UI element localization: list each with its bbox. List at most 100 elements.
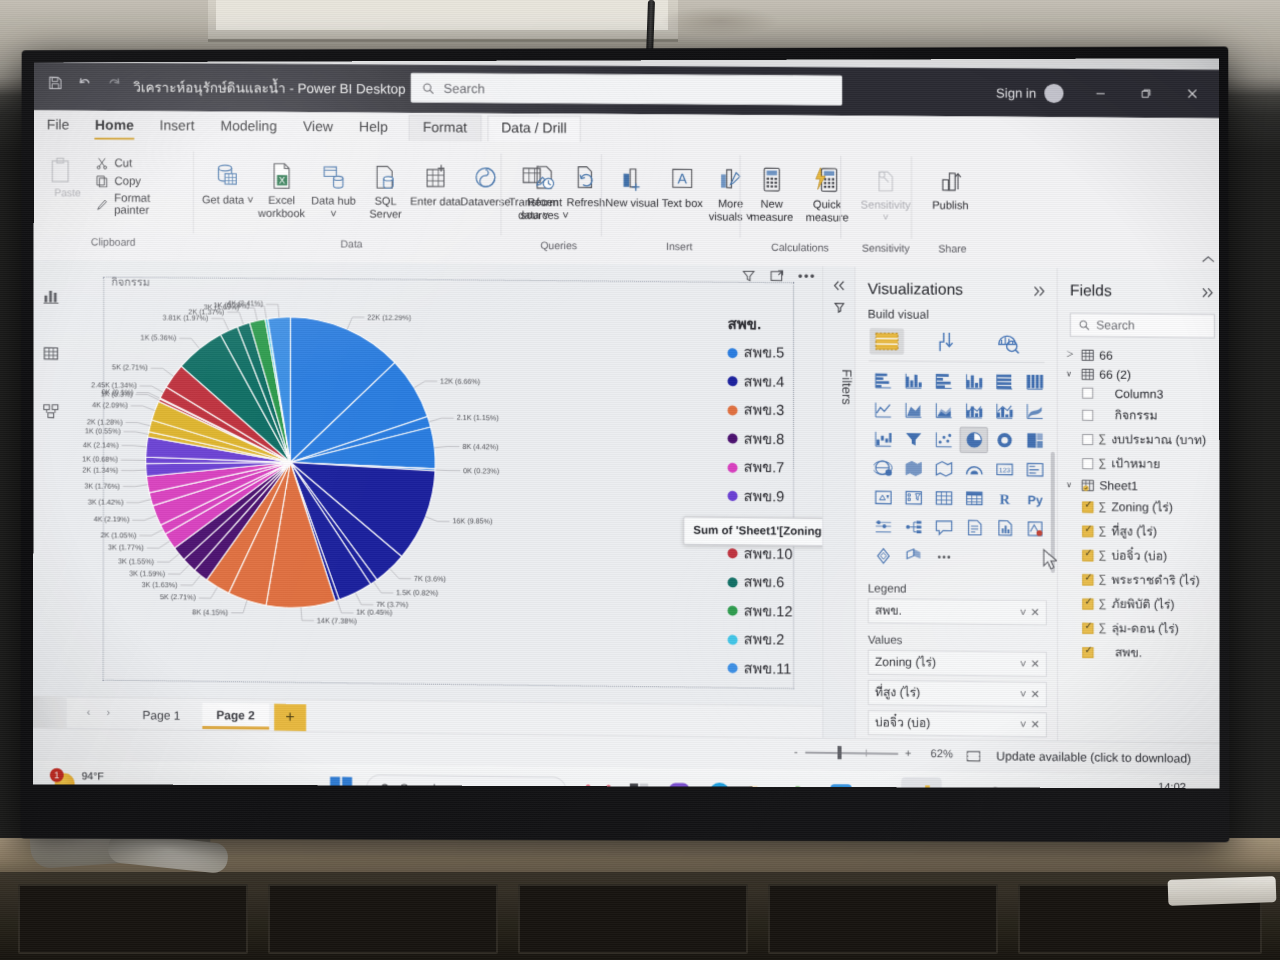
field-checkbox[interactable] [1082, 433, 1094, 445]
line-stacked-column-icon[interactable] [960, 397, 988, 423]
fields-field-row[interactable]: ∑ พระราชดำริ (ไร่) [1058, 567, 1220, 593]
field-checkbox[interactable] [1082, 409, 1094, 421]
fields-tree[interactable]: ＞ 66 ∨ 66 (2) Column3 กิจกรรม ∑ งบประมาณ (บาท) ∑… [1058, 345, 1220, 666]
task-view-icon[interactable] [619, 773, 659, 789]
fields-field-row[interactable]: กิจกรรม [1058, 402, 1220, 428]
zoom-in-button[interactable]: + [905, 748, 912, 760]
save-icon[interactable] [48, 75, 63, 90]
chevron-double-right-icon[interactable] [1031, 285, 1046, 297]
table-icon[interactable] [929, 485, 957, 512]
copy-button[interactable]: Copy [95, 175, 187, 189]
map-icon[interactable] [869, 455, 897, 481]
transform-data-button[interactable]: Transform data ˅ [505, 151, 563, 223]
fields-field-row[interactable]: ∑ Zoning (ไร่) [1058, 494, 1220, 520]
field-checkbox[interactable] [1082, 501, 1094, 513]
line-icon[interactable] [820, 776, 860, 789]
publish-button[interactable]: Publish [923, 154, 978, 213]
slicer-icon[interactable] [899, 485, 927, 512]
fields-field-row[interactable]: ∑ เป้าหมาย [1058, 451, 1220, 477]
next-page-icon[interactable]: › [107, 707, 111, 719]
fields-field-row[interactable]: Column3 [1058, 383, 1220, 404]
sign-in-button[interactable]: Sign in [988, 85, 1044, 100]
visualization-gallery[interactable]: 123 R Py [856, 361, 1057, 571]
close-button[interactable] [1169, 69, 1215, 118]
chevron-down-icon[interactable]: ˅ [1020, 606, 1027, 618]
field-checkbox[interactable] [1082, 549, 1094, 561]
pie-chart-icon[interactable] [959, 426, 988, 454]
fields-field-row[interactable]: ∑ ภัยพิบัติ (ไร่) [1058, 591, 1220, 617]
sql-server-button[interactable]: SQL Server [359, 150, 413, 221]
chevron-down-icon[interactable]: ˅ [1020, 658, 1027, 670]
more-options-icon[interactable]: ••• [798, 268, 816, 283]
values-field-chip[interactable]: ที่สูง (ไร่) ˅ ✕ [867, 679, 1047, 708]
clustered-column-chart-icon[interactable] [960, 368, 988, 394]
decomposition-tree-icon[interactable] [899, 514, 927, 541]
page-tab-page-2[interactable]: Page 2 [202, 702, 269, 730]
scatter-chart-icon[interactable] [929, 426, 957, 452]
pie-chart[interactable] [103, 277, 794, 689]
paginated-report-icon[interactable] [990, 515, 1018, 542]
data-view-icon[interactable] [34, 334, 68, 372]
shape-map-icon[interactable] [929, 456, 957, 482]
tab-modeling[interactable]: Modeling [207, 114, 290, 139]
arcgis-maps-icon[interactable] [899, 543, 927, 570]
metrics-icon[interactable] [869, 543, 897, 570]
page-tab-page-1[interactable]: Page 1 [129, 702, 195, 729]
format-painter-button[interactable]: Format painter [95, 193, 187, 218]
kpi-icon[interactable] [869, 484, 897, 510]
stacked-bar-chart-icon[interactable] [869, 367, 897, 393]
waterfall-chart-icon[interactable] [869, 426, 897, 452]
collapse-ribbon-icon[interactable] [1202, 255, 1215, 263]
mail-icon[interactable] [861, 777, 901, 789]
smart-narrative-icon[interactable] [960, 514, 988, 541]
format-visual-icon[interactable] [930, 329, 964, 356]
fields-table-row[interactable]: ＞ 66 [1058, 345, 1220, 366]
remove-field-icon[interactable]: ✕ [1030, 658, 1039, 671]
zoom-out-button[interactable]: - [794, 746, 798, 758]
collapse-pane-icon[interactable] [823, 266, 854, 291]
widgets-icon[interactable] [579, 773, 619, 789]
chevron-down-icon[interactable]: ∨ [1066, 480, 1076, 489]
taskbar-clock[interactable]: 14:02 14/2/2567 [1136, 780, 1186, 788]
get-data-button[interactable]: Get data ˅ [201, 149, 255, 207]
tab-insert[interactable]: Insert [147, 114, 208, 138]
file-explorer-icon[interactable] [740, 775, 780, 789]
zoom-slider-thumb[interactable] [837, 746, 842, 760]
fields-field-row[interactable]: ∑ ที่สูง (ไร่) [1058, 518, 1220, 544]
evernote-icon[interactable] [780, 776, 820, 789]
tab-view[interactable]: View [290, 115, 346, 139]
values-field-chip[interactable]: บ่อจิ๋ว (บ่อ) ˅ ✕ [867, 710, 1047, 738]
analytics-icon[interactable] [991, 329, 1025, 356]
power-apps-icon[interactable] [1020, 515, 1048, 542]
add-page-button[interactable]: + [274, 703, 307, 733]
python-visual-icon[interactable]: Py [1020, 486, 1048, 513]
field-checkbox[interactable] [1082, 573, 1094, 586]
tab-home[interactable]: Home [82, 114, 147, 138]
model-view-icon[interactable] [33, 392, 67, 430]
donut-chart-icon[interactable] [990, 427, 1018, 454]
matrix-icon[interactable] [960, 485, 988, 512]
filter-icon[interactable] [741, 268, 755, 282]
text-box-button[interactable]: A Text box [655, 153, 709, 212]
tab-data-drill[interactable]: Data / Drill [487, 115, 581, 142]
values-field-chip[interactable]: Zoning (ไร่) ˅ ✕ [867, 649, 1047, 677]
update-available-link[interactable]: Update available (click to download) [996, 749, 1191, 766]
tab-format[interactable]: Format [408, 114, 482, 142]
sensitivity-button[interactable]: Sensitivity ˅ [852, 154, 919, 225]
line-chart-icon[interactable] [869, 397, 897, 423]
chevron-down-icon[interactable]: ˅ [1020, 719, 1027, 731]
report-canvas[interactable]: กิจกรรม ••• 22K (12.29%) 12K (6.66%) 2.1K … [66, 260, 823, 706]
report-view-icon[interactable] [34, 276, 68, 314]
chevron-right-icon[interactable]: ＞ [1066, 349, 1076, 360]
field-checkbox[interactable] [1082, 622, 1094, 634]
fields-search-input[interactable]: Search [1069, 312, 1215, 339]
minimize-button[interactable] [1078, 69, 1124, 118]
prev-page-icon[interactable]: ‹ [87, 706, 91, 718]
card-icon[interactable]: 123 [990, 456, 1018, 483]
chevron-down-icon[interactable]: ∨ [1066, 369, 1076, 378]
chevron-down-icon[interactable]: ˅ [1020, 688, 1027, 700]
data-hub-button[interactable]: Data hub ˅ [307, 150, 361, 221]
remove-field-icon[interactable]: ✕ [1030, 688, 1039, 701]
treemap-icon[interactable] [1020, 427, 1048, 454]
fields-field-row[interactable]: ∑ ลุ่ม-ดอน (ไร่) [1058, 615, 1220, 641]
